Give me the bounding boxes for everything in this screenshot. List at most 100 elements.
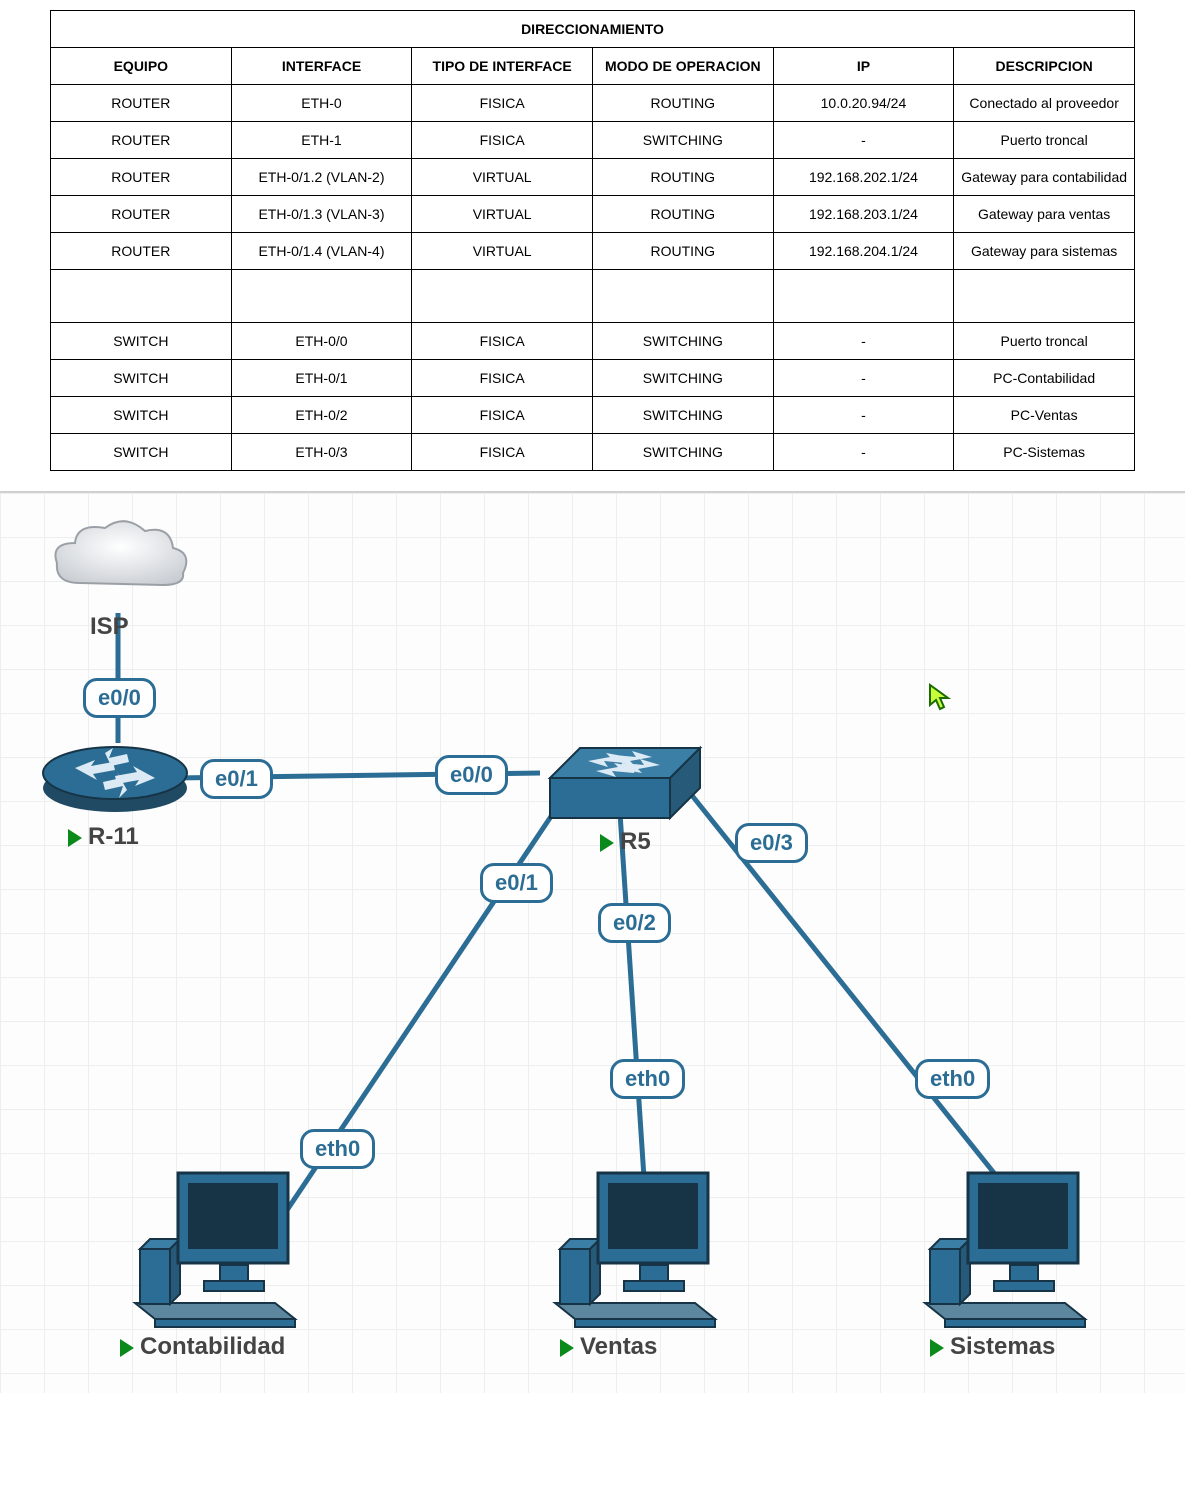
table-cell: - [773, 434, 954, 471]
table-cell: - [773, 360, 954, 397]
pc-icon-sistemas [910, 1153, 1100, 1328]
table-row: SWITCHETH-0/0FISICASWITCHING-Puerto tron… [51, 323, 1135, 360]
table-cell: VIRTUAL [412, 159, 593, 196]
label-switch: R5 [600, 828, 651, 856]
table-cell: SWITCH [51, 434, 232, 471]
table-cell: FISICA [412, 122, 593, 159]
col-modo: MODO DE OPERACION [592, 48, 773, 85]
table-cell: ETH-0/2 [231, 397, 412, 434]
iface-switch-e01: e0/1 [480, 863, 553, 903]
table-title: DIRECCIONAMIENTO [51, 11, 1135, 48]
table-row: SWITCHETH-0/1FISICASWITCHING-PC-Contabil… [51, 360, 1135, 397]
table-cell: ETH-0/1.2 (VLAN-2) [231, 159, 412, 196]
label-pc1: Contabilidad [120, 1333, 285, 1361]
table-row [51, 270, 1135, 323]
table-cell: 192.168.204.1/24 [773, 233, 954, 270]
table-cell: ETH-0/1.3 (VLAN-3) [231, 196, 412, 233]
col-equipo: EQUIPO [51, 48, 232, 85]
table-cell: ETH-1 [231, 122, 412, 159]
table-cell: - [773, 397, 954, 434]
table-cell: ROUTING [592, 196, 773, 233]
play-icon [930, 1339, 944, 1357]
addressing-table-container: DIRECCIONAMIENTO EQUIPO INTERFACE TIPO D… [0, 0, 1185, 491]
table-cell: VIRTUAL [412, 196, 593, 233]
iface-switch-e00: e0/0 [435, 755, 508, 795]
table-cell: SWITCHING [592, 434, 773, 471]
table-cell: ROUTING [592, 233, 773, 270]
table-row: ROUTERETH-0/1.3 (VLAN-3)VIRTUALROUTING19… [51, 196, 1135, 233]
table-cell [592, 270, 773, 323]
table-cell: ETH-0/3 [231, 434, 412, 471]
table-cell: Puerto troncal [954, 122, 1135, 159]
table-cell: FISICA [412, 397, 593, 434]
table-cell [773, 270, 954, 323]
table-cell: - [773, 323, 954, 360]
table-cell: FISICA [412, 360, 593, 397]
table-cell: PC-Sistemas [954, 434, 1135, 471]
label-isp: ISP [90, 613, 129, 641]
label-pc2: Ventas [560, 1333, 657, 1361]
table-cell: ROUTER [51, 122, 232, 159]
iface-switch-e02: e0/2 [598, 903, 671, 943]
table-cell: ROUTER [51, 233, 232, 270]
table-cell: ROUTING [592, 159, 773, 196]
col-tipo: TIPO DE INTERFACE [412, 48, 593, 85]
iface-pc2-eth0: eth0 [610, 1059, 685, 1099]
table-body: ROUTERETH-0FISICAROUTING10.0.20.94/24Con… [51, 85, 1135, 471]
router-icon [35, 728, 195, 818]
link-switch-pc2 [620, 813, 645, 1193]
play-icon [560, 1339, 574, 1357]
pc-icon-contabilidad [120, 1153, 310, 1328]
table-row: SWITCHETH-0/3FISICASWITCHING-PC-Sistemas [51, 434, 1135, 471]
table-row: ROUTERETH-0/1.4 (VLAN-4)VIRTUALROUTING19… [51, 233, 1135, 270]
table-cell: SWITCH [51, 360, 232, 397]
iface-router-e00: e0/0 [83, 678, 156, 718]
table-cell [954, 270, 1135, 323]
table-cell: ROUTER [51, 196, 232, 233]
table-row: SWITCHETH-0/2FISICASWITCHING-PC-Ventas [51, 397, 1135, 434]
table-cell: SWITCHING [592, 122, 773, 159]
label-pc3: Sistemas [930, 1333, 1055, 1361]
table-cell: Gateway para contabilidad [954, 159, 1135, 196]
play-icon [68, 829, 82, 847]
table-row: ROUTERETH-1FISICASWITCHING-Puerto tronca… [51, 122, 1135, 159]
table-header-row: EQUIPO INTERFACE TIPO DE INTERFACE MODO … [51, 48, 1135, 85]
table-cell: 10.0.20.94/24 [773, 85, 954, 122]
label-router: R-11 [68, 823, 139, 851]
table-cell: SWITCH [51, 323, 232, 360]
table-row: ROUTERETH-0FISICAROUTING10.0.20.94/24Con… [51, 85, 1135, 122]
table-cell: ETH-0 [231, 85, 412, 122]
col-descripcion: DESCRIPCION [954, 48, 1135, 85]
table-cell: 192.168.203.1/24 [773, 196, 954, 233]
table-cell: SWITCH [51, 397, 232, 434]
iface-pc3-eth0: eth0 [915, 1059, 990, 1099]
iface-switch-e03: e0/3 [735, 823, 808, 863]
col-ip: IP [773, 48, 954, 85]
table-cell: - [773, 122, 954, 159]
pc-icon-ventas [540, 1153, 730, 1328]
network-diagram: ISP R-11 R5 [0, 491, 1185, 1393]
col-interface: INTERFACE [231, 48, 412, 85]
table-cell: FISICA [412, 323, 593, 360]
table-cell: PC-Ventas [954, 397, 1135, 434]
table-cell: ROUTER [51, 159, 232, 196]
table-cell: SWITCHING [592, 397, 773, 434]
cursor-icon [928, 683, 952, 711]
table-cell [412, 270, 593, 323]
table-cell: Gateway para sistemas [954, 233, 1135, 270]
table-cell: ROUTING [592, 85, 773, 122]
switch-icon [540, 723, 710, 823]
iface-pc1-eth0: eth0 [300, 1129, 375, 1169]
addressing-table: DIRECCIONAMIENTO EQUIPO INTERFACE TIPO D… [50, 10, 1135, 471]
table-cell: 192.168.202.1/24 [773, 159, 954, 196]
table-cell: SWITCHING [592, 360, 773, 397]
play-icon [600, 834, 614, 852]
table-cell: SWITCHING [592, 323, 773, 360]
table-cell: FISICA [412, 85, 593, 122]
table-cell [231, 270, 412, 323]
cloud-icon [45, 513, 195, 613]
table-cell: FISICA [412, 434, 593, 471]
table-cell: PC-Contabilidad [954, 360, 1135, 397]
iface-router-e01: e0/1 [200, 759, 273, 799]
table-cell: Gateway para ventas [954, 196, 1135, 233]
